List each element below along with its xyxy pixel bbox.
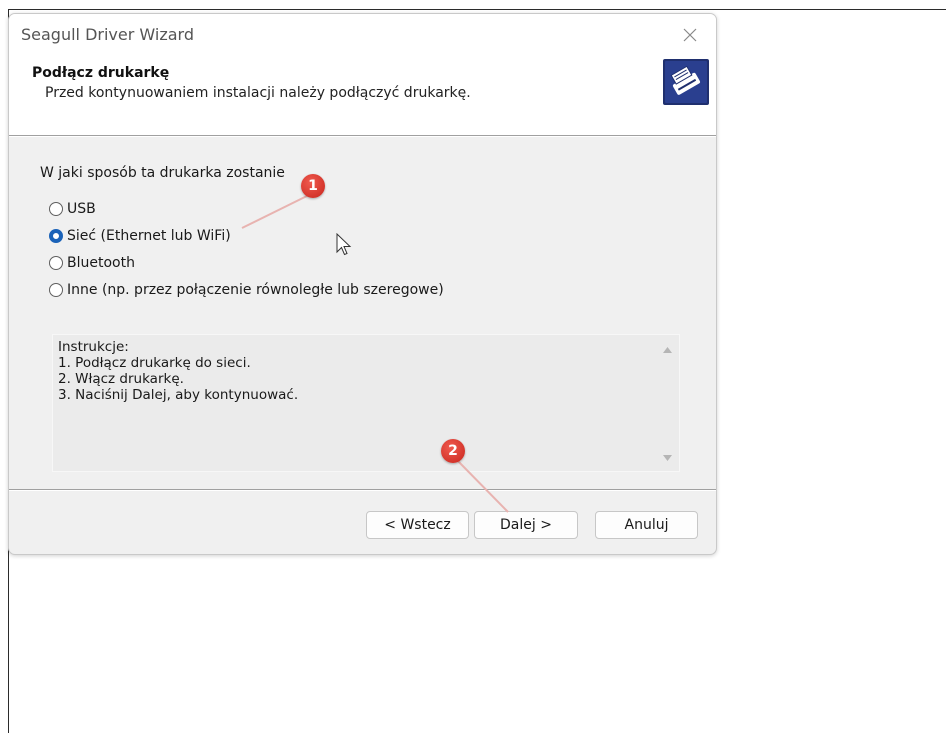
instructions-box[interactable]: Instrukcje: 1. Podłącz drukarkę do sieci… [52,334,680,472]
instruction-step: 2. Włącz drukarkę. [58,371,184,387]
option-other[interactable]: Inne (np. przez połączenie równoległe lu… [49,280,444,300]
page-subtitle: Przed kontynuowaniem instalacji należy p… [45,85,471,101]
option-network-label: Sieć (Ethernet lub WiFi) [67,228,231,244]
scroll-up-arrow-icon[interactable] [663,347,672,353]
title-bar: Seagull Driver Wizard [9,14,716,56]
instructions-heading: Instrukcje: [58,339,129,355]
connection-question: W jaki sposób ta drukarka zostanie [40,165,285,181]
next-button[interactable]: Dalej > [474,511,578,539]
wizard-header: Podłącz drukarkę Przed kontynuowaniem in… [9,56,716,135]
wizard-window: Seagull Driver Wizard Podłącz drukarkę P… [8,13,717,555]
scroll-down-arrow-icon[interactable] [663,455,672,461]
radio-usb[interactable] [49,202,63,216]
radio-other[interactable] [49,283,63,297]
back-button[interactable]: < Wstecz [366,511,469,539]
page-title: Podłącz drukarkę [32,65,170,81]
cancel-button[interactable]: Anuluj [595,511,698,539]
printer-icon [663,59,709,105]
instruction-step: 3. Naciśnij Dalej, aby kontynuować. [58,387,299,403]
instructions-text: Instrukcje: 1. Podłącz drukarkę do sieci… [58,339,298,403]
option-usb[interactable]: USB [49,199,96,219]
window-title: Seagull Driver Wizard [21,25,194,44]
page-frame-top [8,9,946,10]
footer-divider-highlight [9,490,716,491]
close-icon [683,28,697,42]
radio-bluetooth[interactable] [49,256,63,270]
radio-network[interactable] [49,229,63,243]
option-usb-label: USB [67,201,96,217]
instructions-scrollbar[interactable] [657,335,679,471]
annotation-marker-1: 1 [301,174,325,198]
mouse-cursor-icon [336,233,352,256]
option-bluetooth[interactable]: Bluetooth [49,253,135,273]
option-other-label: Inne (np. przez połączenie równoległe lu… [67,282,444,298]
close-button[interactable] [673,20,707,50]
option-bluetooth-label: Bluetooth [67,255,135,271]
annotation-marker-2: 2 [441,439,465,463]
header-divider-highlight [9,136,716,137]
option-network[interactable]: Sieć (Ethernet lub WiFi) [49,226,231,246]
instruction-step: 1. Podłącz drukarkę do sieci. [58,355,251,371]
